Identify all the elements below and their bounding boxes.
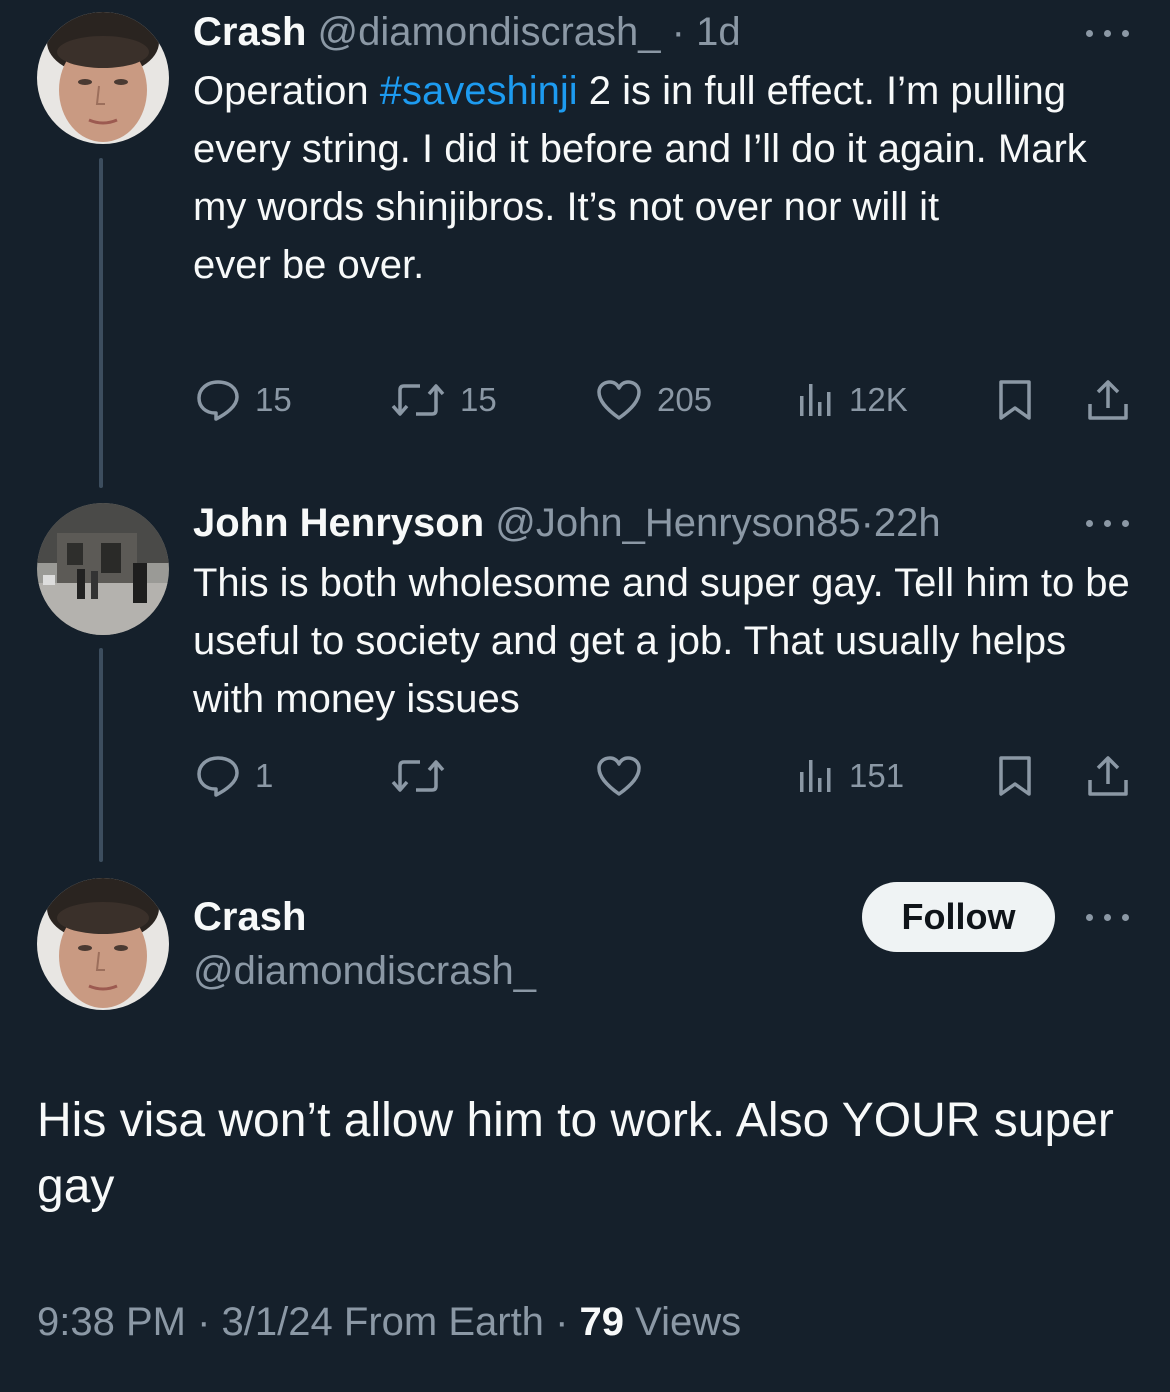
tweet1-reply-button[interactable]: 15 bbox=[195, 376, 292, 424]
tweet2-separator: · bbox=[860, 501, 874, 545]
analytics-icon bbox=[800, 760, 831, 792]
main-location: From Earth bbox=[343, 1300, 544, 1344]
hashtag-link[interactable]: #saveshinji bbox=[380, 69, 578, 113]
main-handle[interactable]: @diamondiscrash_ bbox=[193, 947, 536, 995]
tweet1-share-button[interactable] bbox=[1086, 376, 1130, 424]
tweet1-handle[interactable]: @diamondiscrash_ bbox=[318, 10, 661, 54]
avatar-john-henryson[interactable] bbox=[37, 503, 169, 635]
share-icon bbox=[1088, 756, 1128, 796]
tweet2-like-button[interactable] bbox=[595, 752, 643, 800]
main-display-name[interactable]: Crash bbox=[193, 893, 306, 941]
main-tweet-meta: 9:38 PM · 3/1/24 From Earth · 79 Views bbox=[37, 1300, 741, 1345]
tweet2-reply-count: 1 bbox=[255, 757, 274, 794]
meta-separator-1: · bbox=[197, 1300, 211, 1344]
main-views-label: Views bbox=[635, 1300, 742, 1344]
tweet1-views-count: 12K bbox=[849, 381, 908, 418]
tweet1-more-icon[interactable] bbox=[1086, 26, 1130, 40]
tweet1-header: Crash @diamondiscrash_ · 1d bbox=[193, 8, 741, 56]
tweet1-views-button[interactable]: 12K bbox=[795, 376, 908, 424]
thread-line-2 bbox=[99, 648, 103, 862]
meta-separator-2: · bbox=[555, 1300, 569, 1344]
follow-button[interactable]: Follow bbox=[862, 882, 1055, 952]
avatar-crash-reply[interactable] bbox=[37, 12, 169, 144]
main-date[interactable]: 3/1/24 bbox=[222, 1300, 333, 1344]
reply-icon bbox=[197, 380, 239, 421]
tweet1-display-name[interactable]: Crash bbox=[193, 10, 306, 54]
tweet1-bookmark-button[interactable] bbox=[996, 376, 1034, 424]
tweet2-text: This is both wholesome and super gay. Te… bbox=[193, 561, 1130, 721]
analytics-icon bbox=[800, 384, 831, 416]
tweet2-more-icon[interactable] bbox=[1086, 516, 1130, 530]
heart-icon bbox=[597, 380, 641, 420]
tweet1-like-button[interactable]: 205 bbox=[595, 376, 712, 424]
tweet1-like-count: 205 bbox=[657, 381, 713, 418]
tweet1-time[interactable]: 1d bbox=[696, 10, 741, 54]
tweet1-text-before: Operation bbox=[193, 69, 380, 113]
main-tweet-text: His visa won’t allow him to work. Also Y… bbox=[37, 1094, 1114, 1213]
tweet2-time[interactable]: 22h bbox=[874, 501, 941, 545]
main-time[interactable]: 9:38 PM bbox=[37, 1300, 186, 1344]
bookmark-icon bbox=[999, 756, 1031, 796]
main-more-icon[interactable] bbox=[1086, 910, 1130, 924]
tweet2-handle[interactable]: @John_Henryson85 bbox=[495, 501, 860, 545]
tweet1-reply-count: 15 bbox=[255, 381, 292, 418]
reply-icon bbox=[197, 756, 239, 797]
retweet-icon bbox=[391, 384, 445, 416]
share-icon bbox=[1088, 380, 1128, 420]
heart-icon bbox=[597, 756, 641, 796]
tweet2-reply-button[interactable]: 1 bbox=[195, 752, 273, 800]
tweet2-display-name[interactable]: John Henryson bbox=[193, 501, 484, 545]
tweet1-text-line2: ever be over. bbox=[193, 243, 425, 287]
retweet-icon bbox=[391, 760, 445, 792]
thread-line-1 bbox=[99, 158, 103, 488]
tweet1-separator: · bbox=[671, 10, 685, 54]
tweet2-share-button[interactable] bbox=[1086, 752, 1130, 800]
bookmark-icon bbox=[999, 380, 1031, 420]
tweet2-retweet-button[interactable] bbox=[390, 752, 446, 800]
tweet2-views-button[interactable]: 151 bbox=[795, 752, 904, 800]
avatar-crash-main[interactable] bbox=[37, 878, 169, 1010]
main-views-count: 79 bbox=[579, 1300, 625, 1344]
tweet2-bookmark-button[interactable] bbox=[996, 752, 1034, 800]
tweet1-text: Operation #saveshinji 2 is in full effec… bbox=[193, 62, 1133, 294]
tweet2-header: John Henryson @John_Henryson85·22h bbox=[193, 499, 941, 547]
tweet1-retweet-count: 15 bbox=[460, 381, 497, 418]
tweet2-views-count: 151 bbox=[849, 757, 905, 794]
tweet1-retweet-button[interactable]: 15 bbox=[390, 376, 497, 424]
